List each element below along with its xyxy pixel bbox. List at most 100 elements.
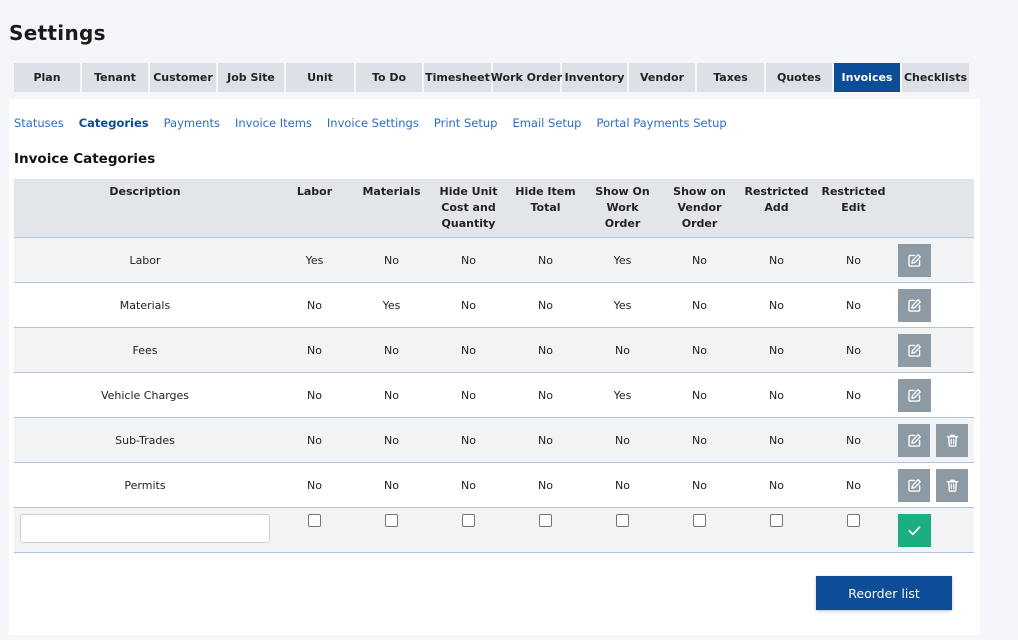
value-cell: No [461,253,476,267]
value-cell: No [538,343,553,357]
value-cell: No [846,343,861,357]
subtab-invoice-settings[interactable]: Invoice Settings [327,116,419,130]
column-header: Hide Unit Cost and Quantity [439,185,498,230]
value-cell: No [692,388,707,402]
subtab-portal-payments-setup[interactable]: Portal Payments Setup [597,116,727,130]
description-cell: Labor [129,253,161,267]
categories-table: Description Labor Materials Hide Unit Cost … [14,179,974,553]
value-cell: No [846,478,861,492]
confirm-button[interactable] [898,514,931,547]
tab-vendor[interactable]: Vendor [629,63,695,92]
tab-customer[interactable]: Customer [150,63,216,92]
edit-button[interactable] [898,468,930,502]
edit-icon [907,433,921,447]
edit-button[interactable] [898,288,931,322]
row-actions [892,288,974,322]
tab-invoices[interactable]: Invoices [834,63,900,92]
row-actions [892,423,974,457]
value-cell: No [307,298,322,312]
tab-inventory[interactable]: Inventory [562,63,627,92]
table-row: Permits No No No No No No No No [14,463,974,508]
value-cell: No [461,388,476,402]
subtab-payments[interactable]: Payments [164,116,220,130]
delete-button[interactable] [936,468,968,502]
subtab-invoice-items[interactable]: Invoice Items [235,116,312,130]
new-category-row [14,508,974,553]
tab-checklists[interactable]: Checklists [902,63,969,92]
value-cell: No [538,253,553,267]
value-cell: No [769,388,784,402]
reorder-list-button[interactable]: Reorder list [816,576,952,610]
column-header: Restricted Add [744,185,809,214]
value-cell: No [692,478,707,492]
table-row: Labor Yes No No No Yes No No No [14,238,974,283]
tab-timesheet[interactable]: Timesheet [424,63,491,92]
tab-to-do[interactable]: To Do [356,63,422,92]
tab-work-order[interactable]: Work Order [491,63,562,92]
trash-icon [946,479,958,492]
column-header: Labor [296,185,333,198]
value-cell: No [538,298,553,312]
new-row-checkbox[interactable] [616,514,629,527]
value-cell: No [461,433,476,447]
new-row-checkbox[interactable] [770,514,783,527]
new-row-checkbox[interactable] [693,514,706,527]
value-cell: No [461,298,476,312]
new-row-actions [892,508,974,547]
checkbox-cell [276,508,353,527]
tab-plan[interactable]: Plan [14,63,80,92]
trash-icon [946,434,958,447]
tab-job-site[interactable]: Job Site [218,63,284,92]
new-row-checkboxes [276,508,892,527]
new-description-input[interactable] [20,514,270,543]
new-row-checkbox[interactable] [385,514,398,527]
value-cell: No [769,478,784,492]
column-header: Show On Work Order [595,185,650,230]
column-header: Show on Vendor Order [673,185,726,230]
tab-taxes[interactable]: Taxes [697,63,764,92]
new-row-checkbox[interactable] [308,514,321,527]
edit-button[interactable] [898,378,931,412]
table-row: Sub-Trades No No No No No No No No [14,418,974,463]
value-cell: No [384,478,399,492]
new-row-checkbox[interactable] [539,514,552,527]
value-cell: No [692,433,707,447]
edit-button[interactable] [898,333,931,367]
value-cell: No [307,433,322,447]
edit-button[interactable] [898,243,931,277]
value-cell: Yes [382,298,401,312]
new-row-checkbox[interactable] [847,514,860,527]
value-cell: No [384,433,399,447]
checkbox-cell [507,508,584,527]
checkbox-cell [584,508,661,527]
row-actions [892,333,974,367]
edit-icon [908,298,921,312]
value-cell: No [692,253,707,267]
subtab-statuses[interactable]: Statuses [14,116,64,130]
value-cell: No [615,478,630,492]
checkbox-cell [353,508,430,527]
delete-button[interactable] [936,423,968,457]
value-cell: No [846,388,861,402]
checkbox-cell [430,508,507,527]
checkbox-cell [738,508,815,527]
value-cell: No [538,478,553,492]
subtab-print-setup[interactable]: Print Setup [434,116,498,130]
check-icon [908,526,921,536]
subtab-categories[interactable]: Categories [79,116,149,130]
subtab-email-setup[interactable]: Email Setup [512,116,581,130]
description-cell: Fees [132,343,158,357]
value-cell: No [769,343,784,357]
edit-button[interactable] [898,423,930,457]
value-cell: No [307,343,322,357]
value-cell: No [461,343,476,357]
table-row: Materials No Yes No No Yes No No No [14,283,974,328]
edit-icon [908,388,921,402]
new-row-checkbox[interactable] [462,514,475,527]
actions-header [892,179,974,237]
tab-quotes[interactable]: Quotes [766,63,832,92]
tab-tenant[interactable]: Tenant [82,63,148,92]
value-cell: No [692,343,707,357]
tab-unit[interactable]: Unit [286,63,354,92]
column-header: Description [109,185,181,198]
